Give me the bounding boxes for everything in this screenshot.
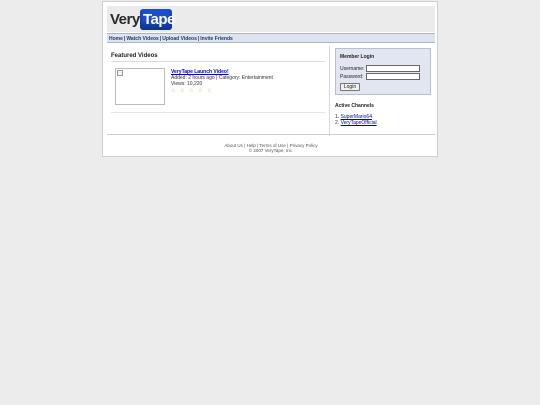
video-divider [111, 112, 325, 113]
video-thumbnail[interactable] [115, 68, 165, 105]
nav-bar: Home|Watch Videos|Upload Videos|Invite F… [107, 33, 435, 43]
footer-divider [107, 134, 435, 135]
channel-item: 2. VeryTapeOfficial [335, 120, 377, 126]
username-label: Username: [340, 66, 365, 72]
nav-invite-friends-link[interactable]: Invite Friends [200, 36, 233, 42]
member-login-title: Member Login [340, 54, 375, 60]
page-container: Very Tape Home|Watch Videos|Upload Video… [102, 1, 438, 157]
broken-image-icon [117, 70, 123, 76]
star-icon[interactable]: ☆ [189, 89, 198, 94]
username-input[interactable] [366, 65, 420, 72]
nav-watch-videos-link[interactable]: Watch Videos [126, 36, 159, 42]
section-divider [111, 61, 325, 62]
nav-home-link[interactable]: Home [109, 36, 123, 42]
logo-tape-text: Tape [143, 11, 175, 28]
star-icon[interactable]: ☆ [171, 89, 180, 94]
header: Very Tape [107, 6, 435, 32]
channel-list: 1. SuperMario64 2. VeryTapeOfficial [335, 114, 377, 126]
nav-upload-videos-link[interactable]: Upload Videos [162, 36, 197, 42]
login-button[interactable]: Login [340, 83, 360, 91]
column-divider [329, 46, 330, 136]
star-rating: ☆ ☆ ☆ ☆ ☆ [171, 88, 273, 94]
logo-very-text: Very [110, 11, 140, 28]
password-label: Password: [340, 74, 364, 80]
channel-link[interactable]: VeryTapeOfficial [341, 120, 377, 126]
featured-videos-title: Featured Videos [111, 53, 158, 59]
verytape-logo[interactable]: Very Tape [110, 9, 175, 31]
video-views: Views: 10,220 [171, 81, 203, 87]
star-icon[interactable]: ☆ [207, 89, 216, 94]
footer-copyright: © 2007 VeryTape, Inc. [248, 148, 294, 153]
video-info: VeryTape Launch Video! Added: 2 hours ag… [171, 69, 273, 94]
sidebar: Member Login Username: Password: Login A… [331, 46, 435, 136]
footer: About Us | Help | Terms of Use | Privacy… [107, 143, 435, 153]
active-channels-title: Active Channels [335, 103, 374, 109]
member-login-box: Member Login Username: Password: Login [335, 48, 431, 95]
star-icon[interactable]: ☆ [180, 89, 189, 94]
channel-number: 2. [335, 120, 340, 126]
featured-videos-section: Featured Videos VeryTape Launch Video! A… [107, 46, 325, 134]
star-icon[interactable]: ☆ [198, 89, 207, 94]
password-input[interactable] [366, 73, 420, 80]
